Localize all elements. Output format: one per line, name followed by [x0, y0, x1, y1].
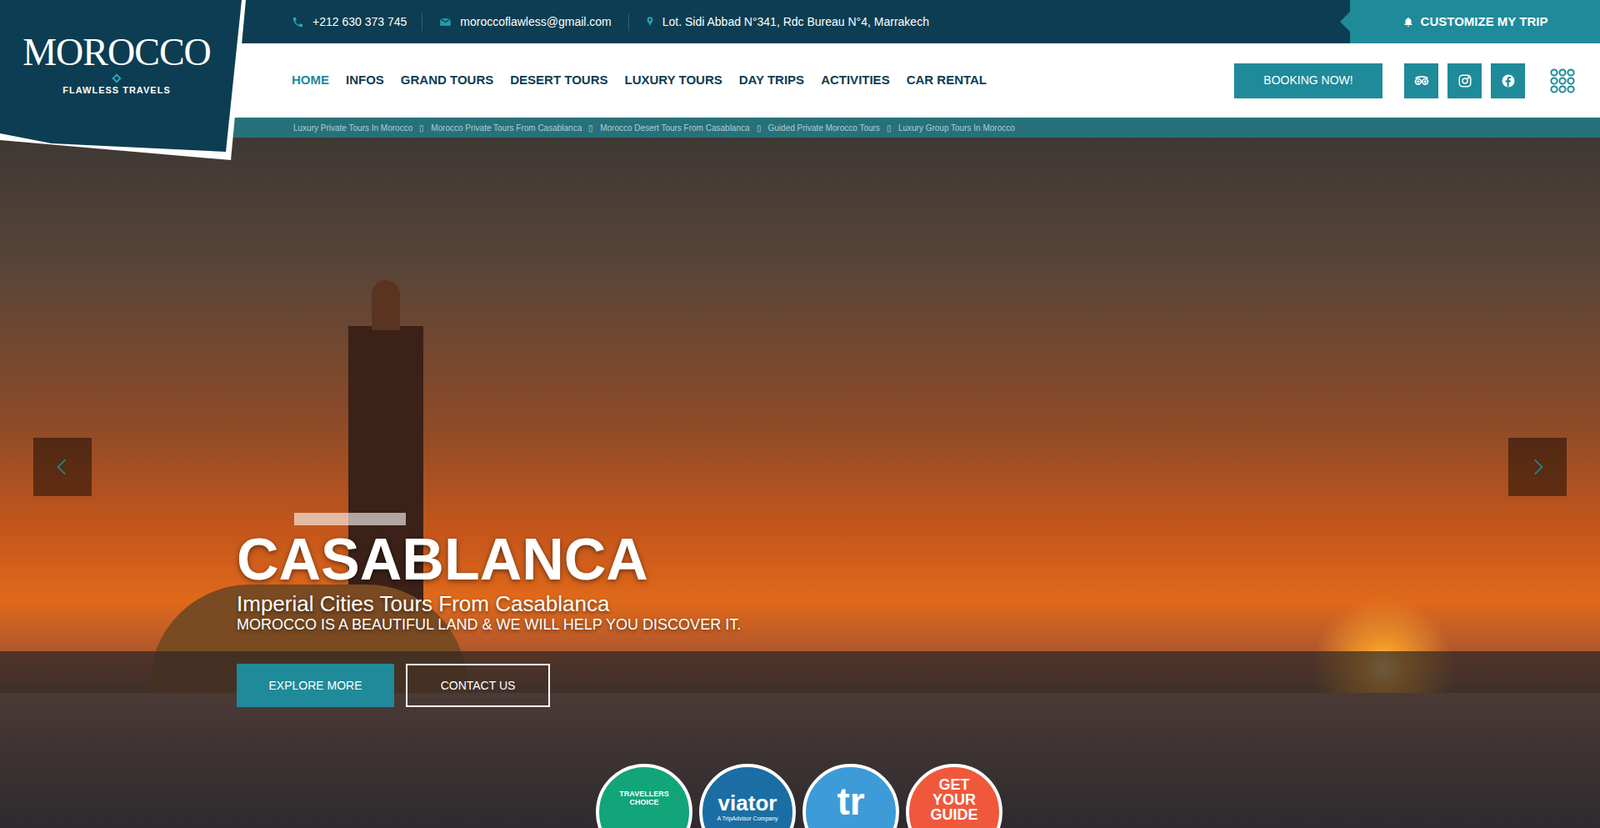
- ticker-item[interactable]: Luxury Group Tours In Morocco: [898, 121, 1015, 135]
- contact-info: +212 630 373 745 moroccoflawless@gmail.co…: [291, 13, 1350, 31]
- email-text[interactable]: moroccoflawless@gmail.com: [460, 13, 611, 31]
- ticker-strip: Luxury Private Tours In Morocco ▯ Morocco …: [0, 117, 1600, 138]
- hero-caption: CASABLANCAImperial Cities Tours From Cas…: [236, 512, 741, 707]
- award-badges: TRAVELLERS CHOICE viatorA TripAdvisor Com…: [595, 763, 1003, 828]
- phone-text[interactable]: +212 630 373 745: [312, 13, 407, 31]
- chevron-right-icon: [1526, 455, 1549, 478]
- badge-label: tr: [836, 781, 865, 820]
- explore-more-button[interactable]: EXPLORE MORE: [236, 663, 395, 707]
- facebook-icon: [1500, 73, 1516, 89]
- tripadvisor-owl-icon: [1413, 72, 1430, 90]
- ticker-separator: ▯: [419, 121, 425, 135]
- ticker-separator: ▯: [588, 121, 594, 135]
- bell-icon: [1402, 15, 1415, 28]
- customize-label[interactable]: CUSTOMIZE MY TRIP: [1420, 12, 1549, 32]
- nav-item[interactable]: CAR RENTAL: [906, 70, 987, 90]
- nav-actions: BOOKING NOW!: [1234, 63, 1575, 99]
- logo-subtitle: FLAWLESS TRAVELS: [62, 83, 170, 98]
- ticker-item[interactable]: Morocco Desert Tours From Casablanca: [600, 121, 750, 135]
- tripadvisor-button[interactable]: [1404, 63, 1439, 99]
- ticker-item[interactable]: Luxury Private Tours In Morocco: [293, 121, 413, 135]
- hero-title: CASABLANCA: [236, 530, 741, 589]
- badge-label: GET YOUR GUIDE: [927, 776, 981, 822]
- email-item[interactable]: moroccoflawless@gmail.com: [422, 13, 629, 31]
- hero-photo: [0, 117, 1600, 828]
- award-badge[interactable]: GET YOUR GUIDE: [905, 763, 1003, 828]
- nav-item[interactable]: INFOS: [345, 70, 385, 90]
- nav-item[interactable]: HOME: [291, 70, 330, 90]
- facebook-button[interactable]: [1490, 63, 1525, 99]
- phone-icon: [291, 15, 305, 29]
- prev-slide-button[interactable]: [33, 437, 92, 496]
- hero-buttons: EXPLORE MORECONTACT US: [236, 663, 741, 707]
- logo-ornament: [111, 73, 121, 83]
- sea-water: [0, 692, 1600, 828]
- ticker-item[interactable]: Guided Private Morocco Tours: [768, 121, 880, 135]
- hero-slider: Luxury Private Tours In Morocco ▯ Morocco …: [0, 117, 1600, 828]
- nav-item[interactable]: DAY TRIPS: [739, 70, 805, 90]
- logo-shape-icon: [0, 0, 246, 160]
- contact-us-button[interactable]: CONTACT US: [405, 663, 550, 707]
- award-badge[interactable]: viatorA TripAdvisor Company: [699, 763, 796, 828]
- button-notch: [1340, 11, 1350, 32]
- address-text: Lot. Sidi Abbad N°341, Rdc Bureau N°4, M…: [662, 13, 930, 31]
- ticker-separator: ▯: [886, 121, 892, 135]
- badge-sub: A TripAdvisor Company: [716, 815, 778, 822]
- nav-item[interactable]: ACTIVITIES: [820, 70, 890, 90]
- address-item: Lot. Sidi Abbad N°341, Rdc Bureau N°4, M…: [629, 13, 945, 31]
- logo-title: MOROCCO: [22, 33, 211, 72]
- envelope-icon: [439, 15, 452, 29]
- award-badge[interactable]: tr: [802, 763, 900, 828]
- hero-subtitle: Imperial Cities Tours From Casablanca: [236, 591, 741, 616]
- award-badge[interactable]: TRAVELLERS CHOICE: [595, 763, 693, 828]
- chevron-left-icon: [51, 455, 74, 478]
- hero-tagline: MOROCCO IS A BEAUTIFUL LAND & WE WILL HE…: [236, 615, 741, 635]
- nav-item[interactable]: DESERT TOURS: [510, 70, 608, 90]
- next-slide-button[interactable]: [1508, 437, 1567, 496]
- customize-trip-button[interactable]: CUSTOMIZE MY TRIP: [1350, 0, 1600, 44]
- ticker-separator: ▯: [756, 121, 762, 135]
- ticker-item[interactable]: Morocco Private Tours From Casablanca: [430, 121, 582, 135]
- grid-dots-icon: [1550, 68, 1575, 94]
- nav-item[interactable]: GRAND TOURS: [400, 70, 494, 90]
- nav-item[interactable]: LUXURY TOURS: [625, 70, 723, 90]
- caption-bar: [294, 512, 406, 525]
- map-pin-icon: [644, 15, 656, 29]
- phone-item[interactable]: +212 630 373 745: [291, 13, 423, 31]
- badge-label: viator: [718, 791, 778, 814]
- logo-text: MOROCCO FLAWLESS TRAVELS: [24, 33, 210, 98]
- instagram-button[interactable]: [1447, 63, 1482, 99]
- minaret-top: [371, 280, 400, 330]
- nav-menu: HOME INFOS GRAND TOURS DESERT TOURS LUXURY T…: [291, 70, 1235, 90]
- booking-button[interactable]: BOOKING NOW!: [1234, 63, 1383, 99]
- badge-label: TRAVELLERS CHOICE: [617, 790, 671, 807]
- menu-grid-button[interactable]: [1550, 68, 1575, 94]
- instagram-icon: [1457, 73, 1473, 89]
- site-logo[interactable]: MOROCCO FLAWLESS TRAVELS: [0, 0, 246, 160]
